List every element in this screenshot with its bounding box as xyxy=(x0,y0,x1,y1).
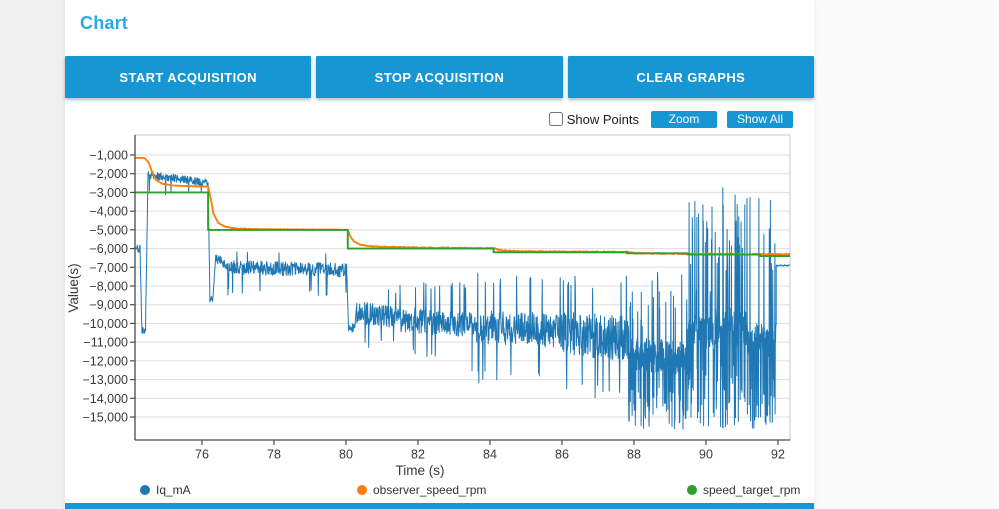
start-acquisition-button[interactable]: START ACQUISITION xyxy=(65,56,312,98)
svg-text:−6,000: −6,000 xyxy=(89,242,128,256)
svg-text:−8,000: −8,000 xyxy=(89,280,128,294)
clear-graphs-button[interactable]: CLEAR GRAPHS xyxy=(567,56,814,98)
chart-controls: Show Points Zoom Show All xyxy=(548,110,793,128)
legend-dot-blue xyxy=(140,485,150,495)
svg-text:−2,000: −2,000 xyxy=(89,167,128,181)
legend-label: speed_target_rpm xyxy=(703,483,801,497)
svg-text:−5,000: −5,000 xyxy=(89,223,128,237)
y-axis-title: Value(s) xyxy=(66,263,81,312)
chart-legend: Iq_mA observer_speed_rpm speed_target_rp… xyxy=(65,483,814,499)
legend-item-iq-ma[interactable]: Iq_mA xyxy=(140,483,191,497)
svg-text:82: 82 xyxy=(411,448,425,462)
svg-text:−13,000: −13,000 xyxy=(82,373,128,387)
x-axis-title: Time (s) xyxy=(396,463,445,478)
legend-dot-green xyxy=(687,485,697,495)
svg-text:−10,000: −10,000 xyxy=(82,317,128,331)
chart-canvas[interactable]: −1,000 −2,000 −3,000 −4,000 −5,000 −6,000 −7,0… xyxy=(65,130,814,482)
svg-text:86: 86 xyxy=(555,448,569,462)
toolbar: START ACQUISITION STOP ACQUISITION CLEAR… xyxy=(65,56,814,98)
axis-ticks xyxy=(130,154,779,445)
show-all-button[interactable]: Show All xyxy=(727,110,793,128)
svg-text:−14,000: −14,000 xyxy=(82,392,128,406)
stop-acquisition-button[interactable]: STOP ACQUISITION xyxy=(316,56,563,98)
zoom-button[interactable]: Zoom xyxy=(651,110,717,128)
svg-text:84: 84 xyxy=(483,448,497,462)
legend-item-speed-target[interactable]: speed_target_rpm xyxy=(687,483,800,497)
legend-item-observer-speed[interactable]: observer_speed_rpm xyxy=(357,483,486,497)
svg-text:78: 78 xyxy=(267,448,281,462)
svg-text:92: 92 xyxy=(771,448,785,462)
page-title: Chart xyxy=(80,13,129,33)
section-divider-bar xyxy=(65,503,814,509)
legend-dot-orange xyxy=(357,485,367,495)
svg-text:−11,000: −11,000 xyxy=(83,336,128,350)
show-points-label: Show Points xyxy=(566,111,639,127)
svg-text:−1,000: −1,000 xyxy=(89,149,128,163)
svg-text:76: 76 xyxy=(195,448,209,462)
svg-text:80: 80 xyxy=(339,448,353,462)
left-margin-strip xyxy=(0,0,66,509)
svg-text:88: 88 xyxy=(627,448,641,462)
svg-text:90: 90 xyxy=(699,448,713,462)
legend-label: Iq_mA xyxy=(156,483,191,497)
svg-text:−12,000: −12,000 xyxy=(82,354,128,368)
svg-text:−3,000: −3,000 xyxy=(89,186,128,200)
svg-text:−7,000: −7,000 xyxy=(89,261,128,275)
chart-series xyxy=(135,156,790,430)
legend-label: observer_speed_rpm xyxy=(373,483,487,497)
chart-panel: Chart START ACQUISITION STOP ACQUISITION… xyxy=(65,0,814,509)
svg-text:−15,000: −15,000 xyxy=(82,411,128,425)
svg-text:−4,000: −4,000 xyxy=(89,205,128,219)
show-points-checkbox[interactable] xyxy=(548,112,563,126)
svg-text:−9,000: −9,000 xyxy=(89,298,128,312)
